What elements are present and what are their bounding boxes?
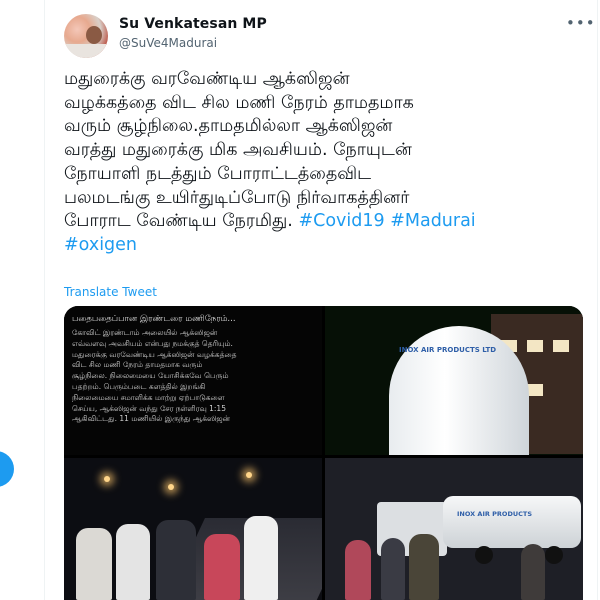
person (244, 516, 278, 600)
building-window (527, 340, 543, 352)
note-line: மதுரைக்கு வரவேண்டிய ஆக்ஸிஜன் வழக்கத்தை (72, 349, 237, 359)
person (409, 534, 439, 600)
media-photo-oxygen-truck[interactable]: INOX AIR PRODUCTS (325, 458, 583, 600)
person (521, 544, 545, 600)
truck-wheel (475, 546, 493, 564)
oxygen-tanker (443, 496, 581, 548)
building-window (553, 340, 569, 352)
note-title: பதைபதைப்பான இரண்டரை மணிநேரம்... (72, 314, 236, 324)
note-line: கோவிட் இரண்டாம் அலையில் ஆக்ஸிஜன் (72, 328, 218, 337)
street-light (246, 472, 252, 478)
note-line: சூழ்நிலை. நிலைமையை யோசிக்கவே பெரும் (72, 371, 229, 381)
truck-label: INOX AIR PRODUCTS (457, 510, 532, 518)
tweet-line: நோயாளி நடத்தும் போராட்டத்தைவிட (64, 163, 372, 184)
note-line: பதற்றம். பெரும்படை களத்தில் இறங்கி (72, 381, 206, 391)
street-light (104, 476, 110, 482)
hashtag-covid19[interactable]: #Covid19 (298, 211, 384, 231)
person (381, 538, 405, 600)
tweet-line: வழக்கத்தை விட சில மணி நேரம் தாமதமாக (64, 92, 414, 113)
tank-label: INOX AIR PRODUCTS LTD (399, 346, 497, 354)
avatar-shirt (66, 44, 106, 58)
timeline-border-right (597, 0, 598, 600)
note-line: செய்ய, ஆக்ஸிஜன் வந்து சேர நள்ளிரவு 1:15 (72, 403, 226, 413)
tweet-line: வரத்து மதுரைக்கு மிக அவசியம். நோயுடன் (64, 140, 412, 161)
tweet-text: மதுரைக்கு வரவேண்டிய ஆக்ஸிஜன் வழக்கத்தை வ… (64, 68, 584, 258)
compose-tweet-button[interactable] (0, 451, 14, 487)
more-horizontal-icon[interactable]: ••• (566, 14, 596, 32)
tweet-line: வரும் சூழ்நிலை.தாமதமில்லா ஆக்ஸிஜன் (64, 116, 393, 137)
person (116, 524, 150, 600)
media-grid: பதைபதைப்பான இரண்டரை மணிநேரம்... கோவிட் இ… (64, 306, 583, 600)
hashtag-madurai[interactable]: #Madurai (390, 211, 475, 231)
tweet-line-text: போராட வேண்டிய நேரமிது. (64, 211, 293, 232)
translate-tweet-link[interactable]: Translate Tweet (64, 285, 157, 299)
tweet-line: பலமடங்கு உயிர்துடிப்போடு நிர்வாகத்தினர் (64, 187, 410, 208)
media-photo-night-street[interactable] (64, 458, 322, 600)
note-body: கோவிட் இரண்டாம் அலையில் ஆக்ஸிஜன் எவ்வளவு… (72, 328, 312, 425)
author-handle[interactable]: @SuVe4Madurai (119, 36, 217, 50)
tweet-line-last: போராட வேண்டிய நேரமிது. #Covid19 #Madurai (64, 210, 584, 234)
truck-wheel (545, 546, 563, 564)
author-avatar[interactable] (64, 14, 108, 58)
note-line: ஆகிவிட்டது. 11 மணியில் இருந்து ஆக்ஸிஜன் (72, 414, 230, 424)
person (156, 520, 196, 600)
media-photo-oxygen-tank[interactable]: INOX AIR PRODUCTS LTD (325, 306, 583, 455)
media-photo-text-note[interactable]: பதைபதைப்பான இரண்டரை மணிநேரம்... கோவிட் இ… (64, 306, 322, 455)
person (76, 528, 112, 600)
note-line: நிலைமையை சமாளிக்க மாற்று ஏற்பாடுகளை (72, 392, 225, 402)
street-light (168, 484, 174, 490)
person (345, 540, 371, 600)
author-name[interactable]: Su Venkatesan MP (119, 16, 267, 32)
building-window (527, 384, 543, 396)
hashtag-oxigen[interactable]: #oxigen (64, 234, 584, 258)
note-line: விட சில மணி நேரம் தாமதமாக வரும் (72, 360, 203, 370)
tweet-line: மதுரைக்கு வரவேண்டிய ஆக்ஸிஜன் (64, 69, 350, 89)
avatar-person (86, 26, 102, 44)
timeline-border-left (44, 0, 45, 600)
note-line: எவ்வளவு அவசியம் என்பது நமக்குத் தெரியும்… (72, 338, 233, 348)
person (204, 534, 240, 600)
